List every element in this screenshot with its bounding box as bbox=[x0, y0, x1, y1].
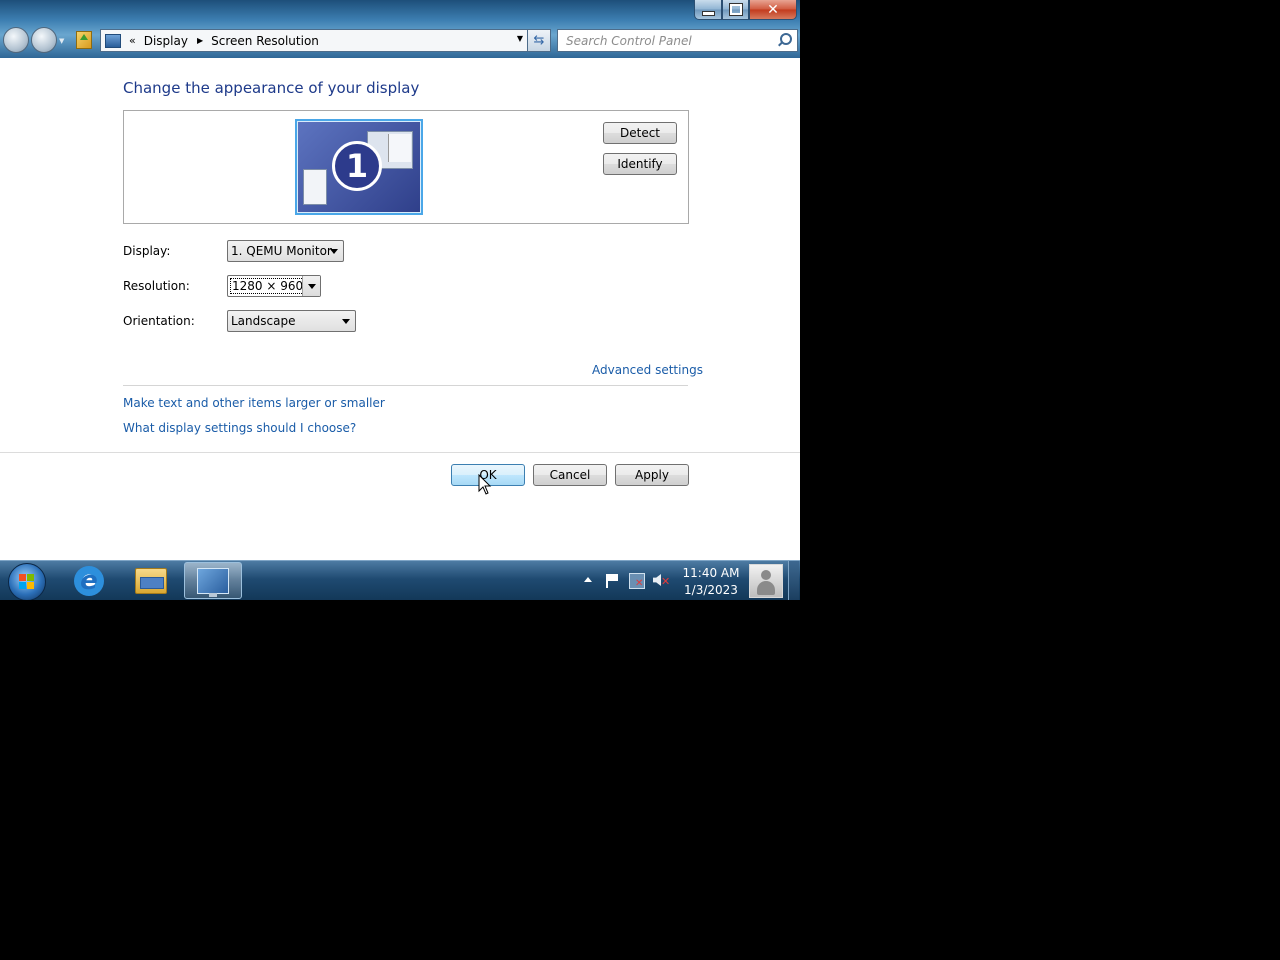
window-controls: ✕ bbox=[694, 0, 797, 20]
display-select[interactable]: 1. QEMU Monitor bbox=[227, 240, 344, 262]
show-desktop-button[interactable] bbox=[788, 561, 799, 600]
maximize-button[interactable] bbox=[722, 0, 749, 20]
display-select-value: 1. QEMU Monitor bbox=[231, 244, 332, 258]
resolution-select-value: 1280 × 960 bbox=[230, 278, 313, 294]
system-clock[interactable]: 11:40 AM 1/3/2023 bbox=[680, 565, 742, 599]
screen: ✕ ▼ « Display ▶ Screen Resolution ▼ ⇆ Ch… bbox=[0, 0, 800, 600]
orientation-select-value: Landscape bbox=[231, 314, 296, 328]
maximize-icon bbox=[728, 3, 743, 16]
clock-time: 11:40 AM bbox=[682, 566, 740, 580]
breadcrumb-separator-icon[interactable]: ▶ bbox=[197, 36, 203, 45]
cancel-button[interactable]: Cancel bbox=[533, 464, 607, 486]
chevron-down-icon bbox=[342, 319, 350, 324]
taskbar-windows-explorer[interactable] bbox=[122, 562, 180, 599]
clock-date: 1/3/2023 bbox=[684, 583, 738, 597]
footer-divider bbox=[0, 452, 800, 453]
windows-logo-icon bbox=[19, 574, 35, 590]
muted-icon: ✕ bbox=[661, 575, 671, 588]
taskbar: e ✕ 11:40 AM 1/3/2023 bbox=[0, 560, 800, 600]
orientation-label: Orientation: bbox=[123, 314, 195, 328]
display-settings-icon bbox=[197, 567, 229, 597]
address-bar[interactable]: « Display ▶ Screen Resolution ▼ bbox=[100, 29, 528, 52]
divider bbox=[123, 385, 688, 386]
apply-button[interactable]: Apply bbox=[615, 464, 689, 486]
orientation-select[interactable]: Landscape bbox=[227, 310, 356, 332]
minimize-button[interactable] bbox=[694, 0, 722, 20]
start-button[interactable] bbox=[8, 563, 46, 600]
taskbar-internet-explorer[interactable]: e bbox=[60, 562, 118, 599]
text-size-link[interactable]: Make text and other items larger or smal… bbox=[123, 396, 385, 410]
monitor-1-thumbnail[interactable]: 1 bbox=[295, 119, 423, 215]
recent-pages-dropdown-icon[interactable]: ▼ bbox=[59, 37, 64, 45]
up-folder-icon[interactable] bbox=[76, 31, 92, 49]
display-preview: 1 Detect Identify bbox=[123, 110, 689, 224]
resolution-dropdown-button[interactable] bbox=[302, 276, 320, 296]
close-icon: ✕ bbox=[767, 1, 779, 18]
identify-button[interactable]: Identify bbox=[603, 153, 677, 175]
action-center-flag-icon[interactable] bbox=[606, 574, 618, 588]
page-title: Change the appearance of your display bbox=[123, 79, 420, 97]
address-dropdown-icon[interactable]: ▼ bbox=[517, 34, 523, 43]
windows-explorer-icon bbox=[135, 567, 167, 594]
mouse-cursor-icon bbox=[478, 474, 492, 495]
user-avatar-icon[interactable] bbox=[749, 564, 783, 598]
resolution-label: Resolution: bbox=[123, 279, 190, 293]
minimize-icon bbox=[701, 11, 715, 16]
monitor-sidebar-icon bbox=[303, 169, 327, 205]
show-hidden-icons-icon[interactable] bbox=[584, 577, 592, 582]
chevron-down-icon bbox=[330, 249, 338, 254]
breadcrumb-display[interactable]: Display bbox=[144, 34, 188, 48]
display-label: Display: bbox=[123, 244, 171, 258]
search-input[interactable] bbox=[564, 32, 778, 49]
refresh-button[interactable]: ⇆ bbox=[527, 29, 551, 52]
monitor-number-badge: 1 bbox=[332, 141, 382, 191]
chevron-down-icon bbox=[308, 284, 316, 289]
resolution-select[interactable]: 1280 × 960 bbox=[227, 275, 321, 297]
internet-explorer-icon: e bbox=[74, 565, 104, 596]
taskbar-display-settings[interactable] bbox=[184, 562, 242, 599]
breadcrumb-screen-resolution[interactable]: Screen Resolution bbox=[211, 34, 319, 48]
refresh-icon: ⇆ bbox=[533, 33, 545, 48]
control-panel-icon bbox=[105, 33, 121, 48]
display-help-link[interactable]: What display settings should I choose? bbox=[123, 421, 356, 435]
search-icon[interactable] bbox=[780, 33, 792, 45]
advanced-settings-link[interactable]: Advanced settings bbox=[592, 363, 703, 377]
forward-button[interactable] bbox=[31, 27, 57, 53]
volume-icon[interactable] bbox=[653, 574, 661, 586]
detect-button[interactable]: Detect bbox=[603, 122, 677, 144]
close-button[interactable]: ✕ bbox=[749, 0, 797, 20]
network-disconnected-icon[interactable] bbox=[629, 573, 645, 589]
window-chrome: ✕ ▼ « Display ▶ Screen Resolution ▼ ⇆ bbox=[0, 0, 800, 58]
back-button[interactable] bbox=[3, 27, 29, 53]
main-content: Change the appearance of your display 1 … bbox=[0, 58, 800, 560]
search-box[interactable] bbox=[557, 29, 798, 52]
address-overflow-chevron[interactable]: « bbox=[129, 34, 136, 47]
